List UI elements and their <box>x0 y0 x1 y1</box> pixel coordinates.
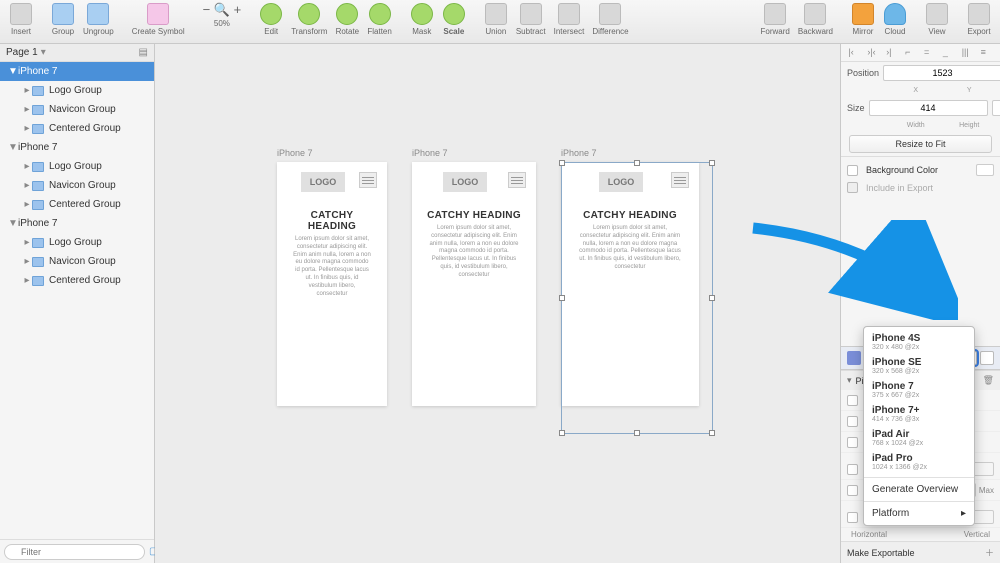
flatten-button[interactable]: Flatten <box>367 2 391 36</box>
toolbar: Insert Group Ungroup Create Symbol − 🔍 +… <box>0 0 1000 44</box>
align-check[interactable] <box>847 512 858 523</box>
preset-item[interactable]: iPhone 4S320 x 480 @2x <box>864 330 974 354</box>
h-check[interactable] <box>847 485 858 496</box>
selection-outline <box>561 162 713 434</box>
artboard-item[interactable]: ▼ iPhone 7 <box>0 138 154 157</box>
lorem-text: Lorem ipsum dolor sit amet, consectetur … <box>287 236 377 298</box>
artboard-label[interactable]: iPhone 7 <box>561 148 597 158</box>
pin-check[interactable] <box>847 395 858 406</box>
align-left-icon[interactable]: |‹ <box>848 47 860 59</box>
platform-item[interactable]: Platform▸ <box>864 505 974 522</box>
artboard-label[interactable]: iPhone 7 <box>277 148 313 158</box>
hamburger-icon <box>359 172 377 188</box>
position-x-field[interactable] <box>883 65 1000 81</box>
resize-to-fit-button[interactable]: Resize to Fit <box>849 135 992 153</box>
layer-item[interactable]: ▸Centered Group <box>0 119 154 138</box>
page-selector[interactable]: Page 1▾ ▤ <box>0 44 154 62</box>
hamburger-icon <box>508 172 526 188</box>
artboard-item[interactable]: ▼ iPhone 7 <box>0 62 154 81</box>
width-field[interactable] <box>869 100 988 116</box>
difference-button[interactable]: Difference <box>592 2 628 36</box>
group-button[interactable]: Group <box>51 2 75 36</box>
bg-color-checkbox[interactable] <box>847 165 858 176</box>
layer-item[interactable]: ▸Logo Group <box>0 233 154 252</box>
backward-button[interactable]: Backward <box>798 2 833 36</box>
pin-check[interactable] <box>847 437 858 448</box>
align-center-h-icon[interactable]: ›|‹ <box>867 47 879 59</box>
size-label: Size <box>847 103 865 113</box>
layer-item[interactable]: ▸Navicon Group <box>0 176 154 195</box>
position-label: Position <box>847 68 879 78</box>
transform-button[interactable]: Transform <box>291 2 327 36</box>
heading-text: CATCHY HEADING <box>287 210 377 232</box>
heading-text: CATCHY HEADING <box>422 210 526 221</box>
layer-item[interactable]: ▸Navicon Group <box>0 100 154 119</box>
distribute-v-icon[interactable]: ≡ <box>981 47 993 59</box>
preset-item[interactable]: iPad Air768 x 1024 @2x <box>864 426 974 450</box>
artboard-1[interactable]: iPhone 7 LOGOCATCHY HEADINGLorem ipsum d… <box>277 162 387 406</box>
alignment-controls[interactable]: |‹ ›|‹ ›| ⌐ = _ ||| ≡ <box>841 44 1000 62</box>
include-export-label: Include in Export <box>866 183 933 193</box>
delete-icon[interactable]: 🗑 <box>983 375 994 386</box>
view-button[interactable]: View <box>925 2 949 36</box>
artboard-2[interactable]: iPhone 7 LOGOCATCHY HEADINGLorem ipsum d… <box>412 162 536 406</box>
align-top-icon[interactable]: ⌐ <box>905 47 917 59</box>
layer-item[interactable]: ▸Logo Group <box>0 81 154 100</box>
lorem-text: Lorem ipsum dolor sit amet, consectetur … <box>422 225 526 280</box>
make-exportable-header[interactable]: Make Exportable＋ <box>841 541 1000 563</box>
filter-input[interactable] <box>4 544 145 560</box>
preset-item[interactable]: iPhone 7+414 x 736 @3x <box>864 402 974 426</box>
align-right-icon[interactable]: ›| <box>886 47 898 59</box>
mirror-button[interactable]: Mirror <box>851 2 875 36</box>
layer-item[interactable]: ▸Centered Group <box>0 195 154 214</box>
align-bottom-icon[interactable]: _ <box>943 47 955 59</box>
w-check[interactable] <box>847 464 858 475</box>
include-export-checkbox <box>847 182 858 193</box>
auto-layout-icon <box>847 351 861 365</box>
layer-item[interactable]: ▸Logo Group <box>0 157 154 176</box>
preset-item[interactable]: iPhone SE320 x 568 @2x <box>864 354 974 378</box>
ungroup-button[interactable]: Ungroup <box>83 2 114 36</box>
export-button[interactable]: Export <box>967 2 991 36</box>
artboard-label[interactable]: iPhone 7 <box>412 148 448 158</box>
union-button[interactable]: Union <box>484 2 508 36</box>
bg-color-label: Background Color <box>866 165 938 175</box>
add-export-icon[interactable]: ＋ <box>985 546 994 559</box>
device-preset-dropdown: iPhone 4S320 x 480 @2xiPhone SE320 x 568… <box>863 326 975 526</box>
al-device-icon[interactable] <box>980 351 994 365</box>
layer-item[interactable]: ▸Centered Group <box>0 271 154 290</box>
rotate-button[interactable]: Rotate <box>335 2 359 36</box>
insert-menu[interactable]: Insert <box>9 2 33 36</box>
canvas[interactable]: iPhone 7 LOGO CATCHY HEADING Lorem ipsum d… <box>155 44 840 563</box>
preset-item[interactable]: iPhone 7375 x 667 @2x <box>864 378 974 402</box>
cloud-button[interactable]: Cloud <box>883 2 907 36</box>
align-middle-icon[interactable]: = <box>924 47 936 59</box>
generate-overview-item[interactable]: Generate Overview <box>864 481 974 498</box>
logo-placeholder: LOGO <box>301 172 346 192</box>
intersect-button[interactable]: Intersect <box>554 2 585 36</box>
forward-button[interactable]: Forward <box>761 2 790 36</box>
create-symbol-button[interactable]: Create Symbol <box>132 2 185 36</box>
page-list-icon[interactable]: ▤ <box>139 47 148 58</box>
layer-item[interactable]: ▸Navicon Group <box>0 252 154 271</box>
subtract-button[interactable]: Subtract <box>516 2 546 36</box>
edit-button[interactable]: Edit <box>259 2 283 36</box>
height-field[interactable] <box>992 100 1000 116</box>
layers-panel: Page 1▾ ▤ ▼ iPhone 7▸Logo Group▸Navicon … <box>0 44 155 563</box>
mask-button[interactable]: Mask <box>410 2 434 36</box>
logo-placeholder: LOGO <box>443 172 488 192</box>
artboard-item[interactable]: ▼ iPhone 7 <box>0 214 154 233</box>
pin-check[interactable] <box>847 416 858 427</box>
bg-color-swatch[interactable] <box>976 164 994 176</box>
scale-button[interactable]: Scale <box>442 2 466 36</box>
preset-item[interactable]: iPad Pro1024 x 1366 @2x <box>864 450 974 474</box>
zoom-control[interactable]: − 🔍 +50% <box>203 2 242 28</box>
distribute-h-icon[interactable]: ||| <box>962 47 974 59</box>
